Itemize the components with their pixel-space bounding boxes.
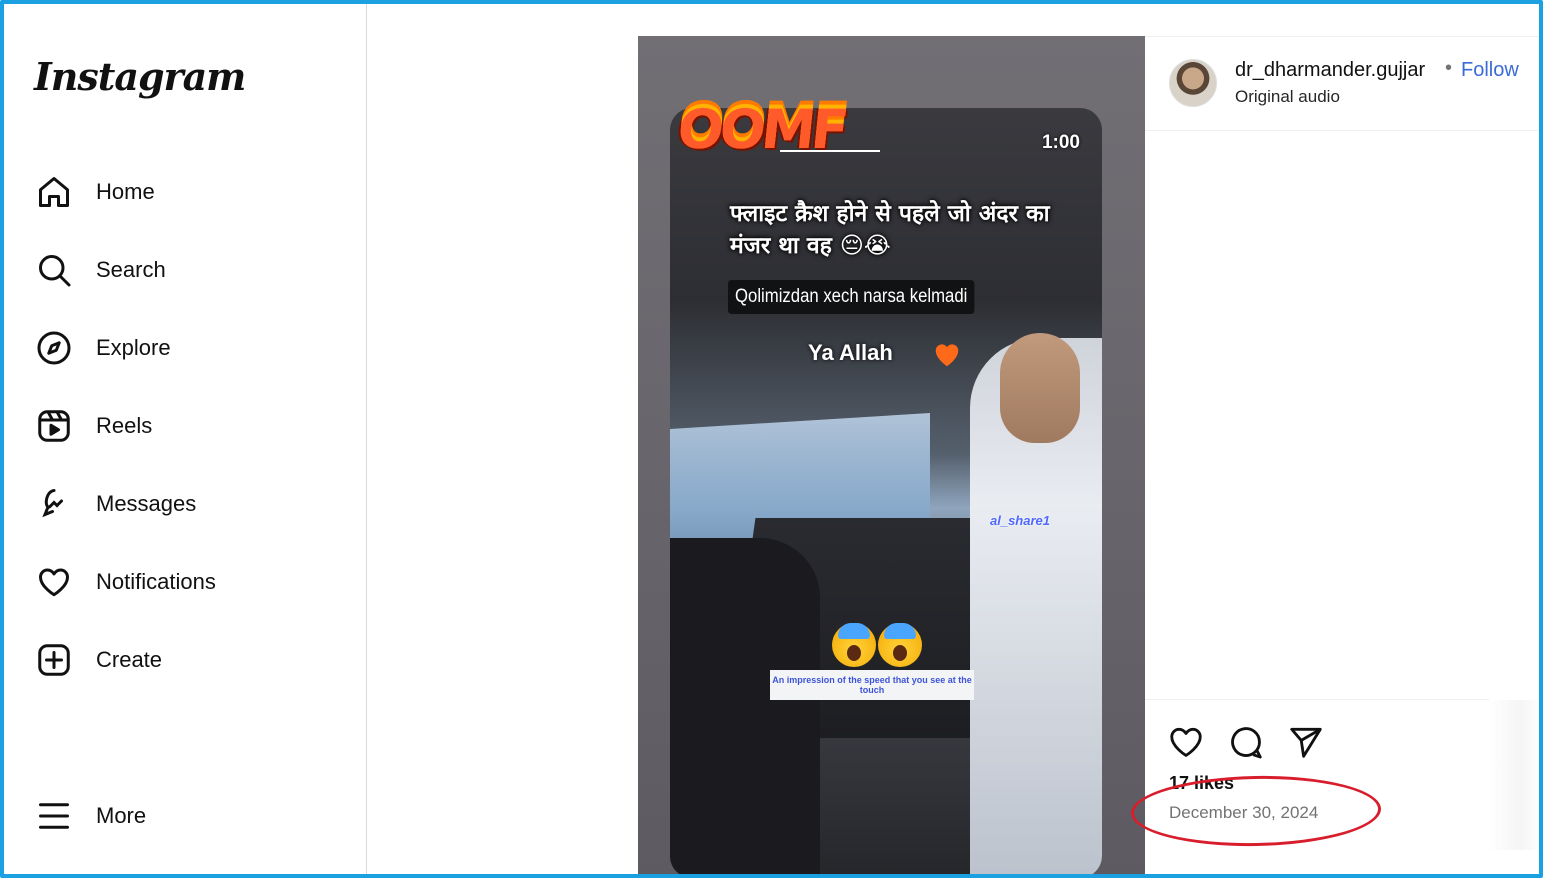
- hamburger-icon: [34, 796, 74, 836]
- likes-count[interactable]: 17 likes: [1169, 773, 1234, 794]
- search-icon: [34, 250, 74, 290]
- plus-square-icon: [34, 640, 74, 680]
- reel-video[interactable]: 1:00 फ्लाइट क्रैश होने से पहले जो अंदर क…: [638, 36, 1145, 874]
- sidebar-item-label: Messages: [96, 491, 197, 516]
- video-frame: 1:00 फ्लाइट क्रैश होने से पहले जो अंदर क…: [670, 108, 1102, 874]
- sidebar-item-label: Create: [96, 647, 163, 672]
- ya-allah-text: Ya Allah: [808, 340, 893, 365]
- sidebar-item-search[interactable]: Search: [34, 246, 354, 294]
- impression-caption: An impression of the speed that you see …: [770, 670, 974, 700]
- sidebar-item-label: More: [96, 803, 147, 828]
- hindi-overlay-text: फ्लाइट क्रैश होने से पहले जो अंदर का मंज…: [730, 201, 1050, 259]
- copilot-silhouette: [670, 538, 820, 874]
- post-details-panel: dr_dharmander.gujjar • Follow Original a…: [1145, 36, 1541, 874]
- sidebar-item-label: Notifications: [96, 569, 216, 594]
- scream-emoji-icon: [878, 623, 922, 667]
- sidebar-item-home[interactable]: Home: [34, 168, 354, 216]
- watermark-text: al_share1: [990, 513, 1050, 528]
- heart-icon: [34, 562, 74, 602]
- scream-emojis: [832, 623, 922, 667]
- sidebar-item-notifications[interactable]: Notifications: [34, 558, 354, 606]
- scream-emoji-icon: [832, 623, 876, 667]
- sidebar-item-explore[interactable]: Explore: [34, 324, 354, 372]
- like-button[interactable]: [1167, 723, 1205, 761]
- orange-heart-icon: [935, 344, 959, 367]
- instagram-logo[interactable]: Instagram: [34, 54, 246, 99]
- sidebar-item-more[interactable]: More: [34, 792, 354, 840]
- comment-icon: [1231, 727, 1262, 759]
- audio-label[interactable]: Original audio: [1235, 87, 1340, 107]
- send-icon: [1290, 727, 1322, 758]
- fire-badge-sticker: OOMF: [674, 98, 848, 161]
- messenger-icon: [34, 484, 74, 524]
- post-date: December 30, 2024: [1169, 803, 1319, 822]
- author-username[interactable]: dr_dharmander.gujjar: [1235, 59, 1425, 82]
- uzbek-caption: Qolimizdan xech narsa kelmadi: [728, 280, 975, 314]
- sidebar: Instagram Home Search Explore Reels Mess…: [4, 4, 367, 874]
- compass-icon: [34, 328, 74, 368]
- home-icon: [34, 172, 74, 212]
- sidebar-item-label: Home: [96, 179, 155, 204]
- reels-icon: [34, 406, 74, 446]
- actions-divider: [1145, 699, 1489, 700]
- sidebar-item-label: Search: [96, 257, 166, 282]
- sidebar-item-messages[interactable]: Messages: [34, 480, 354, 528]
- sidebar-item-label: Reels: [96, 413, 153, 438]
- edge-artifact: [1488, 700, 1543, 850]
- post-header: dr_dharmander.gujjar • Follow Original a…: [1145, 37, 1541, 131]
- sidebar-item-label: Explore: [96, 335, 171, 360]
- pilot-head: [1000, 333, 1080, 443]
- follow-button[interactable]: Follow: [1461, 59, 1519, 82]
- comment-button[interactable]: [1227, 723, 1265, 761]
- sidebar-item-create[interactable]: Create: [34, 636, 354, 684]
- separator-dot: •: [1445, 57, 1453, 79]
- heart-outline-icon: [1170, 727, 1202, 757]
- sidebar-item-reels[interactable]: Reels: [34, 402, 354, 450]
- avatar[interactable]: [1169, 59, 1217, 107]
- share-button[interactable]: [1287, 723, 1325, 761]
- video-duration: 1:00: [1041, 132, 1080, 153]
